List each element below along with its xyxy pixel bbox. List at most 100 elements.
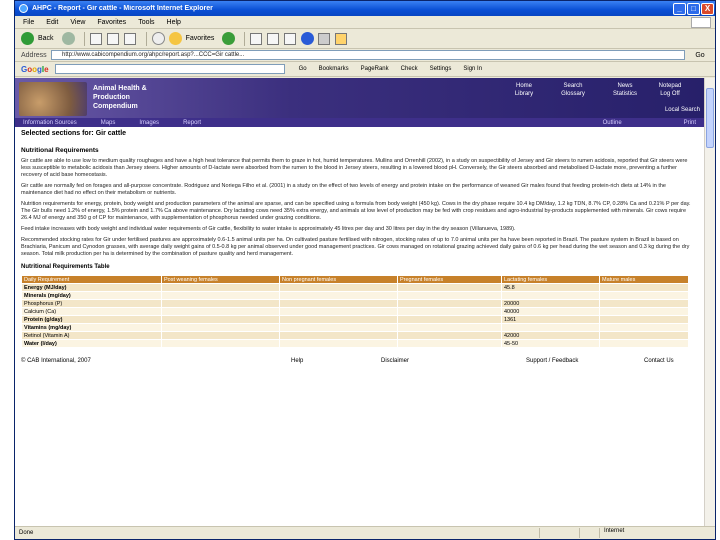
browser-window: AHPC - Report - Gir cattle - Microsoft I…: [14, 0, 716, 540]
nav-glossary[interactable]: Glossary: [546, 91, 600, 97]
google-bookmarks-button[interactable]: Bookmarks: [319, 66, 349, 72]
back-arrow-icon[interactable]: [21, 32, 34, 45]
local-search-link[interactable]: Local Search: [665, 107, 700, 113]
address-label: Address: [21, 51, 47, 59]
table-cell: [397, 283, 502, 292]
google-check-button[interactable]: Check: [401, 66, 418, 72]
address-input[interactable]: http://www.cabicompendium.org/ahpc/repor…: [51, 50, 685, 60]
vertical-scrollbar[interactable]: [704, 78, 715, 527]
back-button-label[interactable]: Back: [38, 35, 54, 42]
table-header: Non pregnant females: [279, 275, 398, 284]
nav-home[interactable]: Home: [502, 83, 546, 89]
mail-icon[interactable]: [250, 32, 263, 45]
footer-contact-link[interactable]: Contact Us: [644, 358, 674, 364]
table-row-label: Vitamins (mg/day): [21, 323, 162, 332]
menu-help[interactable]: Help: [167, 19, 181, 26]
window-title: AHPC - Report - Gir cattle - Microsoft I…: [32, 5, 213, 12]
table-cell: [279, 339, 398, 348]
table-row: Vitamins (mg/day): [21, 323, 689, 332]
table-row: Protein (g/day) 1361: [21, 315, 689, 324]
table-cell: 45.8: [501, 283, 600, 292]
address-go-button[interactable]: Go: [685, 52, 715, 59]
table-cell: 45-50: [501, 339, 600, 348]
nav-library[interactable]: Library: [502, 91, 546, 97]
favorites-button-label[interactable]: Favorites: [186, 35, 215, 42]
table-cell: [161, 331, 280, 340]
table-cell: [279, 291, 398, 300]
table-cell: [397, 315, 502, 324]
table-cell: [397, 291, 502, 300]
menu-bar: File Edit View Favorites Tools Help: [15, 16, 715, 29]
table-cell: [599, 323, 689, 332]
footer-support-link[interactable]: Support / Feedback: [526, 358, 644, 364]
subnav-outline[interactable]: Outline: [603, 120, 622, 126]
research-icon[interactable]: [335, 32, 348, 45]
table-cell: [161, 323, 280, 332]
table-cell: 1361: [501, 315, 600, 324]
nav-notepad[interactable]: Notepad: [650, 83, 690, 89]
paragraph: Gir cattle are normally fed on forages a…: [21, 183, 666, 196]
home-icon[interactable]: [123, 32, 136, 45]
menu-file[interactable]: File: [23, 19, 34, 26]
google-search-input[interactable]: [54, 64, 285, 74]
edit-icon[interactable]: [284, 32, 297, 45]
google-settings-button[interactable]: Settings: [430, 66, 452, 72]
scrollbar-thumb[interactable]: [706, 88, 714, 148]
google-pagerank-button[interactable]: PageRank: [361, 66, 389, 72]
subnav-print[interactable]: Print: [684, 120, 696, 126]
subnav-report[interactable]: Report: [183, 120, 201, 126]
footer-disclaimer-link[interactable]: Disclaimer: [381, 358, 526, 364]
status-cell: [539, 528, 579, 538]
favorites-star-icon[interactable]: [168, 32, 182, 45]
status-cell: [579, 528, 599, 538]
forward-arrow-icon[interactable]: [61, 32, 75, 45]
search-icon[interactable]: [151, 32, 165, 45]
footer-help-link[interactable]: Help: [291, 358, 381, 364]
site-banner: Animal Health & Production Compendium Ho…: [15, 78, 704, 118]
google-go-button[interactable]: Go: [299, 66, 307, 72]
menu-edit[interactable]: Edit: [46, 19, 58, 26]
table-cell: [501, 323, 600, 332]
print-icon[interactable]: [267, 32, 280, 45]
table-cell: [279, 331, 398, 340]
messenger-icon[interactable]: [318, 32, 331, 45]
nav-log-off[interactable]: Log Off: [650, 91, 690, 97]
table-cell: [599, 307, 689, 316]
close-button[interactable]: X: [701, 2, 714, 15]
table-cell: [279, 315, 398, 324]
refresh-icon[interactable]: [106, 32, 119, 45]
table-header-row: Daily Requirement Post weaning females N…: [21, 275, 689, 284]
table-row-label: Energy (MJ/day): [21, 283, 162, 292]
subnav-maps[interactable]: Maps: [101, 120, 116, 126]
table-cell: [397, 339, 502, 348]
menu-favorites[interactable]: Favorites: [97, 19, 126, 26]
subnav-images[interactable]: Images: [139, 120, 159, 126]
google-logo-letter: e: [44, 64, 49, 74]
menu-view[interactable]: View: [70, 19, 85, 26]
table-cell: [161, 283, 280, 292]
table-cell: [599, 331, 689, 340]
nav-search[interactable]: Search: [546, 83, 600, 89]
google-sign-in-button[interactable]: Sign In: [463, 66, 482, 72]
table-cell: [501, 291, 600, 300]
windows-logo-icon: [691, 16, 711, 28]
nav-news[interactable]: News: [600, 83, 650, 89]
paragraph: Nutrition requirements for energy, prote…: [21, 201, 691, 221]
discuss-icon[interactable]: [301, 32, 315, 45]
minimize-button[interactable]: _: [673, 2, 686, 15]
ie-icon: [19, 4, 28, 13]
table-cell: [279, 307, 398, 316]
menu-tools[interactable]: Tools: [138, 19, 154, 26]
nav-statistics[interactable]: Statistics: [600, 91, 650, 97]
table-cell: [279, 323, 398, 332]
media-icon[interactable]: [222, 32, 236, 45]
toolbar-separator: [145, 31, 147, 46]
table-row: Minerals (mg/day): [21, 291, 689, 300]
address-bar: Address http://www.cabicompendium.org/ah…: [15, 49, 715, 62]
cattle-logo-image: [19, 82, 87, 116]
stop-icon[interactable]: [89, 32, 102, 45]
table-row-label: Retinol (Vitamin A): [21, 331, 162, 340]
subnav-information-sources[interactable]: Information Sources: [23, 120, 77, 126]
maximize-button[interactable]: □: [687, 2, 700, 15]
table-row-label: Protein (g/day): [21, 315, 162, 324]
